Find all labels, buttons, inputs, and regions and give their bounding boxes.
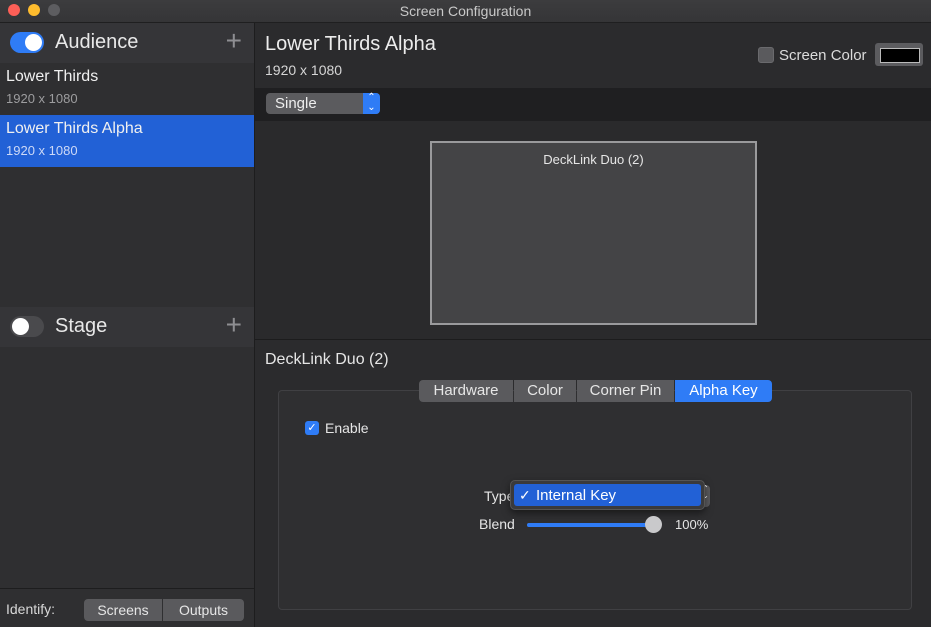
audience-toggle[interactable] [10,32,44,53]
blend-value: 100% [675,517,709,532]
tab-hardware[interactable]: Hardware [419,380,513,402]
screen-color-label: Screen Color [779,47,867,64]
screen-name: Lower Thirds Alpha [6,120,143,137]
screen-item-lower-thirds[interactable]: Lower Thirds 1920 x 1080 [0,63,254,115]
output-preview[interactable]: DeckLink Duo (2) [430,141,757,325]
mode-popup[interactable]: Single ⌃ ⌄ [266,93,380,114]
screen-item-lower-thirds-alpha[interactable]: Lower Thirds Alpha 1920 x 1080 [0,115,254,167]
chevron-up-down-icon: ⌃ ⌄ [363,93,380,114]
identify-label: Identify: [6,601,56,617]
sidebar: Audience + Lower Thirds 1920 x 1080 Lowe… [0,23,255,627]
screen-color-checkbox[interactable] [758,47,774,63]
identify-outputs-button[interactable]: Outputs [163,599,244,621]
blend-label: Blend [479,516,515,532]
add-stage-screen-icon[interactable]: + [226,310,242,340]
mode-value: Single [275,95,317,112]
preview-label: DeckLink Duo (2) [543,152,644,167]
checkmark-icon: ✓ [519,487,531,503]
screen-resolution-label: 1920 x 1080 [265,62,343,78]
identify-bar: Identify: Screens Outputs [0,588,254,627]
tab-alpha-key[interactable]: Alpha Key [675,380,772,402]
page-title: Lower Thirds Alpha [265,33,436,55]
device-title: DeckLink Duo (2) [265,351,389,368]
window-title: Screen Configuration [399,3,532,19]
tab-color[interactable]: Color [514,380,576,402]
stage-toggle[interactable] [10,316,44,337]
screen-name: Lower Thirds [6,68,99,85]
tab-corner-pin[interactable]: Corner Pin [577,380,674,402]
toggle-knob [12,318,29,335]
type-dropdown-menu[interactable]: ✓ Internal Key [510,480,705,510]
identify-screens-button[interactable]: Screens [84,599,162,621]
blend-slider-track[interactable] [527,523,653,527]
audience-group-header: Audience + [0,23,254,63]
enable-checkbox[interactable]: ✓ [305,421,319,435]
color-swatch [880,48,920,63]
blend-slider-knob[interactable] [645,516,662,533]
add-audience-screen-icon[interactable]: + [226,26,242,56]
enable-label: Enable [325,420,369,436]
screen-resolution: 1920 x 1080 [6,91,78,106]
toggle-knob [25,34,42,51]
menu-item-internal-key[interactable]: ✓ Internal Key [514,484,701,506]
menu-item-label: Internal Key [536,487,617,504]
audience-title: Audience [55,31,139,53]
blend-slider-fill [527,523,653,527]
title-bar: Screen Configuration [0,0,931,23]
stage-title: Stage [55,315,108,337]
preview-area: DeckLink Duo (2) [255,121,931,340]
stage-group-header: Stage + [0,307,254,347]
screen-resolution: 1920 x 1080 [6,143,78,158]
mode-bar: Single ⌃ ⌄ [255,88,931,121]
screen-color-well[interactable] [875,43,923,66]
main-panel: Lower Thirds Alpha 1920 x 1080 Screen Co… [255,23,931,627]
